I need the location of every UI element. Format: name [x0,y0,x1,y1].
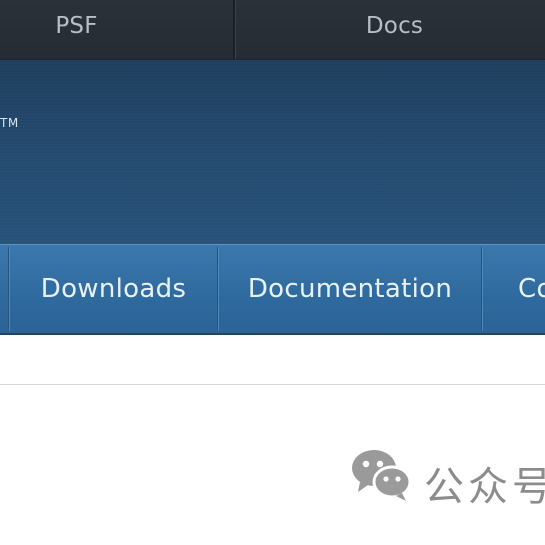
nav-documentation[interactable]: Documentation [220,245,480,333]
nav-community-partial[interactable]: Co [484,245,545,333]
trademark-mark: TM [0,116,19,130]
main-nav-divider [217,247,219,331]
watermark: 公众号 [350,446,545,510]
top-nav-divider [233,0,236,59]
wechat-icon [352,450,412,501]
page: PSF Docs TM Downloads Documentation Co 公… [0,0,545,545]
content-divider [0,384,545,385]
watermark-text: 公众号 [424,464,545,510]
top-nav-psf[interactable]: PSF [0,0,153,59]
nav-downloads[interactable]: Downloads [10,245,217,333]
main-nav: Downloads Documentation Co [0,244,545,335]
site-header [0,60,545,244]
top-nav-docs[interactable]: Docs [237,0,545,59]
main-nav-divider [481,247,483,331]
top-meta-nav: PSF Docs [0,0,545,60]
